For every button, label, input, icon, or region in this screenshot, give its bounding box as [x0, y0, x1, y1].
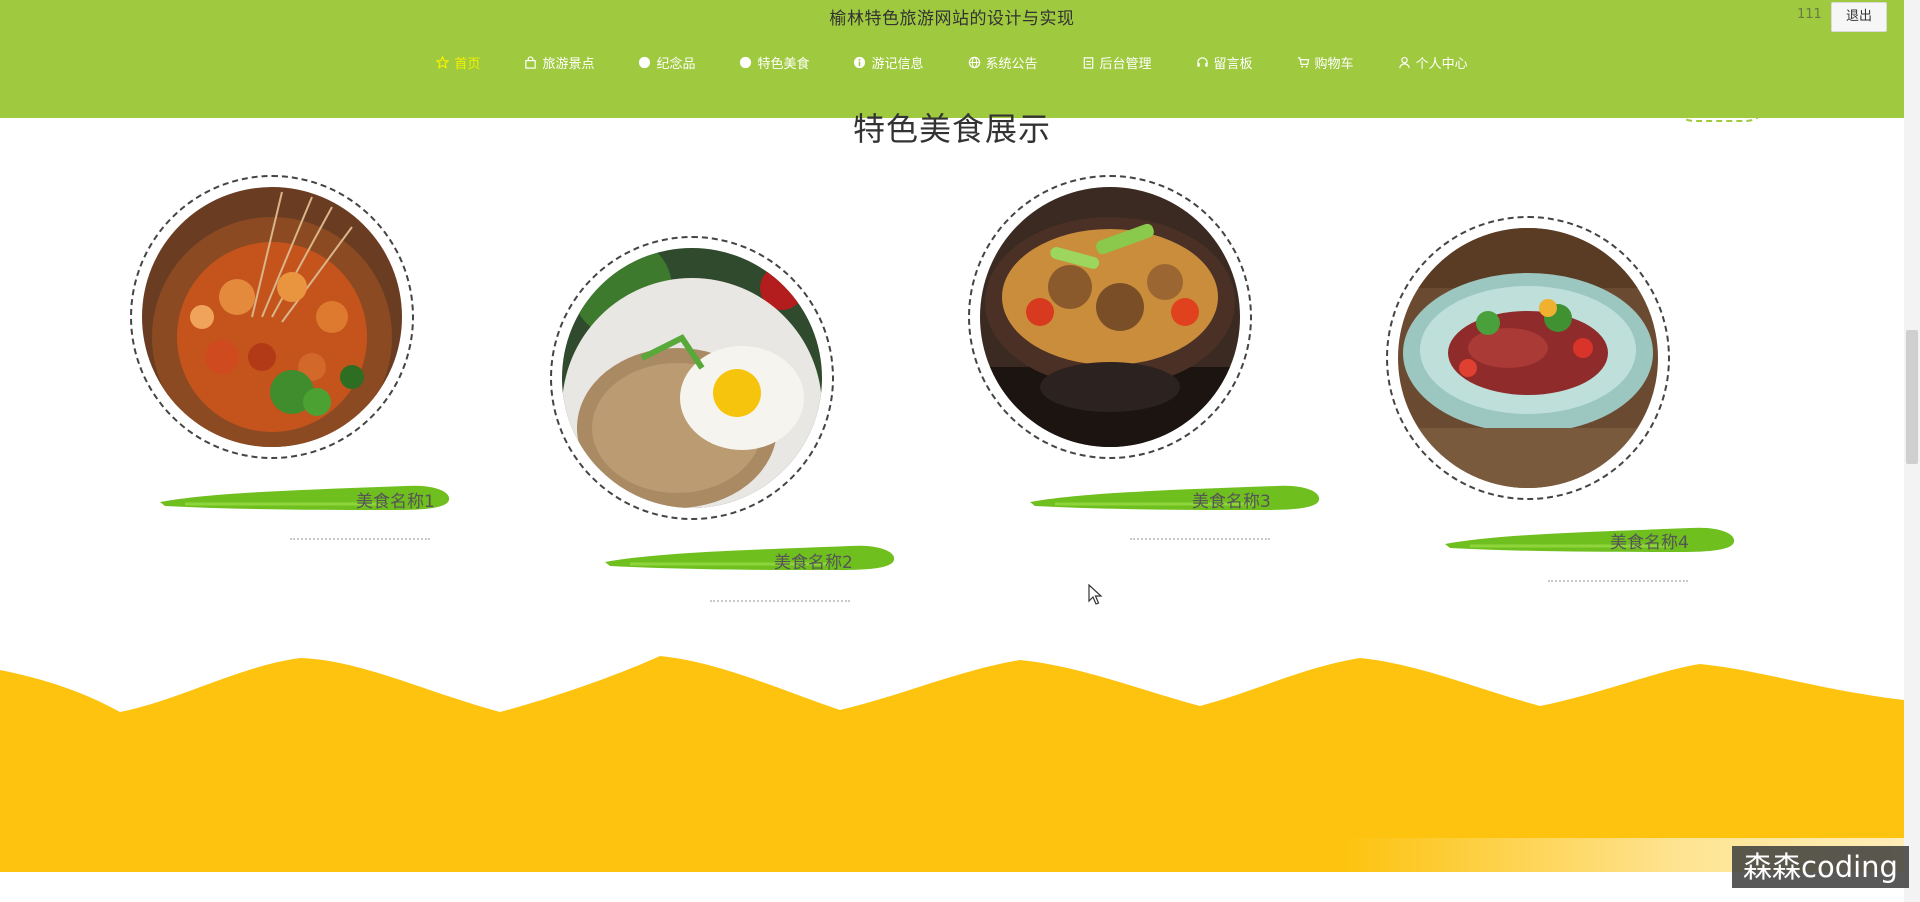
- name-brush-stroke: [1025, 478, 1325, 520]
- food-image-frame[interactable]: [1386, 216, 1670, 500]
- scrollbar-thumb[interactable]: [1906, 330, 1918, 464]
- bag-icon: [524, 55, 537, 69]
- globe-icon: [968, 56, 981, 69]
- mouse-cursor-icon: [1088, 584, 1103, 605]
- nav-label: 纪念品: [656, 56, 696, 72]
- nav-label: 个人中心: [1415, 56, 1468, 72]
- nav-item-scenic-spots[interactable]: 旅游景点: [524, 52, 594, 72]
- logout-button[interactable]: 退出: [1831, 2, 1887, 32]
- headset-icon: [1196, 56, 1209, 69]
- circle-icon: [739, 56, 752, 69]
- nav-item-announcements[interactable]: 系统公告: [968, 52, 1038, 72]
- food-name-label[interactable]: 美食名称1: [356, 487, 435, 512]
- cart-icon: [1297, 56, 1310, 69]
- nav-label: 首页: [454, 56, 481, 72]
- circle-icon: [638, 56, 651, 69]
- food-image-stir-fry[interactable]: [980, 187, 1240, 447]
- nav-label: 游记信息: [871, 56, 924, 72]
- nav-item-cart[interactable]: 购物车: [1297, 52, 1354, 72]
- main-nav: 首页 旅游景点 纪念品 特色美食 游记信息 系统公告 后台管理 留言板 购物车 …: [0, 52, 1904, 72]
- dotted-divider: [1548, 580, 1688, 586]
- food-image-beef-salad[interactable]: [1398, 228, 1658, 488]
- clipboard-icon: [1082, 56, 1095, 69]
- nav-label: 系统公告: [985, 56, 1038, 72]
- user-name: 111: [1797, 7, 1822, 22]
- food-image-frame[interactable]: [968, 175, 1252, 459]
- nav-label: 特色美食: [757, 56, 810, 72]
- dotted-divider: [290, 538, 430, 544]
- section-title: 特色美食展示: [852, 110, 1051, 148]
- nav-item-admin[interactable]: 后台管理: [1082, 52, 1152, 72]
- star-icon: [436, 55, 450, 69]
- name-brush-stroke: [1440, 520, 1740, 562]
- nav-label: 留言板: [1213, 56, 1253, 72]
- user-icon: [1398, 56, 1411, 69]
- site-title: 榆林特色旅游网站的设计与实现: [829, 9, 1075, 29]
- watermark: 森森coding: [1732, 846, 1909, 888]
- nav-item-message-board[interactable]: 留言板: [1196, 52, 1253, 72]
- nav-label: 后台管理: [1099, 56, 1152, 72]
- nav-item-profile[interactable]: 个人中心: [1398, 52, 1468, 72]
- nav-item-food[interactable]: 特色美食: [739, 52, 809, 72]
- nav-item-souvenirs[interactable]: 纪念品: [638, 52, 695, 72]
- food-name-label[interactable]: 美食名称3: [1192, 487, 1271, 512]
- food-image-frame[interactable]: [550, 236, 834, 520]
- nav-label: 旅游景点: [542, 56, 595, 72]
- info-icon: [853, 56, 866, 69]
- food-image-fried-rice[interactable]: [562, 248, 822, 508]
- nav-label: 购物车: [1314, 56, 1354, 72]
- food-name-label[interactable]: 美食名称4: [1610, 528, 1689, 553]
- name-brush-stroke: [600, 538, 900, 580]
- food-image-skewers[interactable]: [142, 187, 402, 447]
- nav-item-travel-notes[interactable]: 游记信息: [853, 52, 924, 72]
- food-image-frame[interactable]: [130, 175, 414, 459]
- nav-item-home[interactable]: 首页: [436, 52, 480, 72]
- dotted-divider: [1130, 538, 1270, 544]
- food-name-label[interactable]: 美食名称2: [774, 548, 853, 573]
- dotted-divider: [710, 600, 850, 606]
